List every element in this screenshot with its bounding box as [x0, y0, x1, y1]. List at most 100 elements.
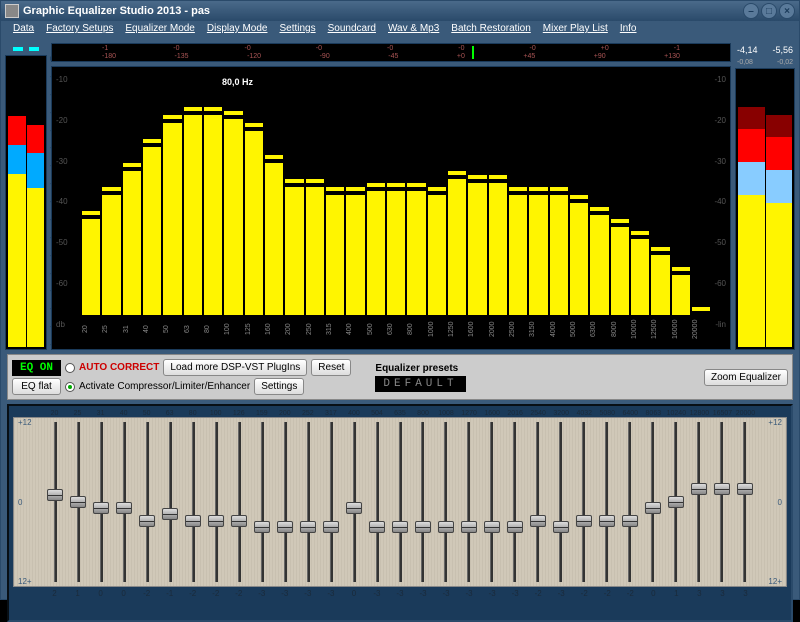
- menu-batch-restoration[interactable]: Batch Restoration: [447, 21, 535, 39]
- eq-slider-40[interactable]: [113, 422, 136, 582]
- eq-slider-63[interactable]: [159, 422, 182, 582]
- eq-slider-thumb[interactable]: [714, 483, 730, 495]
- titlebar[interactable]: Graphic Equalizer Studio 2013 - pas – □ …: [1, 1, 799, 21]
- eq-slider-20[interactable]: [44, 422, 67, 582]
- eq-slider-thumb[interactable]: [277, 521, 293, 533]
- eq-slider-10240[interactable]: [664, 422, 687, 582]
- eq-slider-thumb[interactable]: [484, 521, 500, 533]
- eq-flat-button[interactable]: EQ flat: [12, 378, 61, 395]
- eq-slider-thumb[interactable]: [461, 521, 477, 533]
- eq-slider-thumb[interactable]: [438, 521, 454, 533]
- maximize-button[interactable]: □: [761, 3, 777, 19]
- menu-display-mode[interactable]: Display Mode: [203, 21, 272, 39]
- minimize-button[interactable]: –: [743, 3, 759, 19]
- eq-slider-thumb[interactable]: [576, 515, 592, 527]
- eq-slider-317[interactable]: [320, 422, 343, 582]
- eq-slider-thumb[interactable]: [622, 515, 638, 527]
- spectrum-bar: [570, 203, 588, 315]
- spectrum-bar: [204, 115, 222, 315]
- menu-factory-setups[interactable]: Factory Setups: [42, 21, 117, 39]
- eq-slider-2016[interactable]: [503, 422, 526, 582]
- eq-slider-200[interactable]: [274, 422, 297, 582]
- eq-slider-2540[interactable]: [526, 422, 549, 582]
- spectrum-bar: [651, 255, 669, 315]
- eq-slider-159[interactable]: [251, 422, 274, 582]
- eq-slider-thumb[interactable]: [668, 496, 684, 508]
- eq-slider-thumb[interactable]: [185, 515, 201, 527]
- activate-comp-radio[interactable]: [65, 382, 75, 392]
- eq-slider-thumb[interactable]: [300, 521, 316, 533]
- eq-slider-100[interactable]: [205, 422, 228, 582]
- eq-slider-thumb[interactable]: [70, 496, 86, 508]
- menu-settings[interactable]: Settings: [275, 21, 319, 39]
- eq-slider-5080[interactable]: [595, 422, 618, 582]
- reset-button[interactable]: Reset: [311, 359, 351, 376]
- eq-slider-3200[interactable]: [549, 422, 572, 582]
- eq-slider-800[interactable]: [412, 422, 435, 582]
- eq-slider-thumb[interactable]: [691, 483, 707, 495]
- eq-slider-thumb[interactable]: [553, 521, 569, 533]
- eq-slider-thumb[interactable]: [369, 521, 385, 533]
- eq-slider-6400[interactable]: [618, 422, 641, 582]
- eq-slider-4032[interactable]: [572, 422, 595, 582]
- auto-correct-radio[interactable]: [65, 363, 75, 373]
- eq-slider-thumb[interactable]: [231, 515, 247, 527]
- eq-slider-31[interactable]: [90, 422, 113, 582]
- eq-slider-thumb[interactable]: [139, 515, 155, 527]
- eq-slider-thumb[interactable]: [208, 515, 224, 527]
- eq-slider-thumb[interactable]: [507, 521, 523, 533]
- menu-info[interactable]: Info: [616, 21, 641, 39]
- menu-equalizer-mode[interactable]: Equalizer Mode: [121, 21, 198, 39]
- eq-slider-504[interactable]: [366, 422, 389, 582]
- eq-slider-252[interactable]: [297, 422, 320, 582]
- eq-slider-thumb[interactable]: [323, 521, 339, 533]
- eq-slider-1270[interactable]: [457, 422, 480, 582]
- eq-slider-thumb[interactable]: [415, 521, 431, 533]
- menu-wav-mp-[interactable]: Wav & Mp3: [384, 21, 443, 39]
- eq-slider-12800[interactable]: [687, 422, 710, 582]
- eq-slider-thumb[interactable]: [599, 515, 615, 527]
- eq-slider-16507[interactable]: [710, 422, 733, 582]
- settings-button[interactable]: Settings: [254, 378, 304, 395]
- spectrum-bar: [631, 239, 649, 315]
- eq-slider-8063[interactable]: [641, 422, 664, 582]
- eq-slider-thumb[interactable]: [254, 521, 270, 533]
- eq-slider-thumb[interactable]: [162, 508, 178, 520]
- eq-on-toggle[interactable]: EQ ON: [12, 360, 61, 376]
- spectrum-bar: [306, 187, 324, 315]
- spectrum-bar: [550, 195, 568, 315]
- load-plugins-button[interactable]: Load more DSP-VST PlugIns: [163, 359, 307, 376]
- spectrum-bar: [285, 187, 303, 315]
- eq-slider-400[interactable]: [343, 422, 366, 582]
- eq-slider-635[interactable]: [389, 422, 412, 582]
- spectrum-bar: [428, 195, 446, 315]
- eq-slider-1008[interactable]: [434, 422, 457, 582]
- eq-slider-126[interactable]: [228, 422, 251, 582]
- spectrum-bar: [672, 275, 690, 315]
- zoom-equalizer-button[interactable]: Zoom Equalizer: [704, 369, 788, 386]
- menu-data[interactable]: Data: [9, 21, 38, 39]
- eq-slider-25[interactable]: [67, 422, 90, 582]
- spectrum-freq-label: 80,0 Hz: [222, 77, 253, 87]
- db-left: -4,14: [737, 45, 758, 55]
- eq-slider-thumb[interactable]: [737, 483, 753, 495]
- eq-slider-20000[interactable]: [733, 422, 756, 582]
- eq-slider-thumb[interactable]: [645, 502, 661, 514]
- close-button[interactable]: ×: [779, 3, 795, 19]
- eq-slider-1600[interactable]: [480, 422, 503, 582]
- spectrum-bar: [102, 195, 120, 315]
- eq-slider-thumb[interactable]: [530, 515, 546, 527]
- eq-slider-thumb[interactable]: [47, 489, 63, 501]
- eq-slider-thumb[interactable]: [116, 502, 132, 514]
- eq-slider-50[interactable]: [136, 422, 159, 582]
- menu-soundcard[interactable]: Soundcard: [324, 21, 380, 39]
- menu-mixer-play-list[interactable]: Mixer Play List: [539, 21, 612, 39]
- eq-slider-80[interactable]: [182, 422, 205, 582]
- spectrum-bar: [326, 195, 344, 315]
- eq-slider-thumb[interactable]: [93, 502, 109, 514]
- preset-display[interactable]: DEFAULT: [375, 376, 465, 392]
- eq-slider-thumb[interactable]: [392, 521, 408, 533]
- eq-slider-thumb[interactable]: [346, 502, 362, 514]
- spectrum-bar: [407, 191, 425, 315]
- spectrum-bar: [346, 195, 364, 315]
